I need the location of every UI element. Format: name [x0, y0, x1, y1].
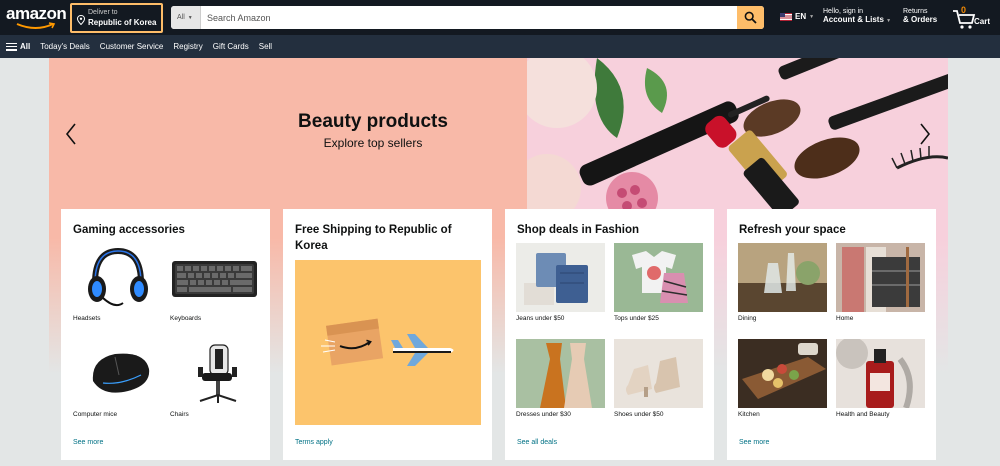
language-selector[interactable]: EN ▼ — [780, 12, 814, 21]
tile-chairs[interactable]: Chairs — [170, 339, 259, 418]
caret-down-icon: ▼ — [809, 13, 815, 20]
tile-kitchen[interactable]: Kitchen — [738, 339, 827, 418]
chair-image — [170, 339, 259, 408]
tile-dining[interactable]: Dining — [738, 243, 827, 322]
card-refresh-space: Refresh your space Dining Home Kitchen H… — [727, 209, 936, 460]
orders-label: & Orders — [903, 15, 938, 24]
cart-count: 0 — [961, 5, 967, 15]
top-navbar: amazon Deliver to Republic of Korea All ▼… — [0, 0, 1000, 35]
dining-image — [738, 243, 827, 312]
tile-caption: Kitchen — [738, 411, 760, 418]
nav-link-sell[interactable]: Sell — [259, 42, 272, 51]
search-bar: All ▼ — [171, 6, 764, 29]
card-title: Refresh your space — [739, 224, 846, 236]
terms-apply-link[interactable]: Terms apply — [295, 439, 333, 446]
tile-caption: Headsets — [73, 315, 101, 322]
see-more-link[interactable]: See more — [739, 439, 769, 446]
health-beauty-image — [836, 339, 925, 408]
keyboard-image — [170, 243, 259, 312]
tile-caption: Jeans under $50 — [516, 315, 565, 322]
account-lists-button[interactable]: Hello, sign in Account & Lists ▼ — [823, 8, 891, 24]
tile-jeans[interactable]: Jeans under $50 — [516, 243, 605, 322]
tile-caption: Home — [836, 315, 854, 322]
tile-computer-mice[interactable]: Computer mice — [73, 339, 162, 418]
search-input[interactable] — [202, 6, 737, 29]
caret-down-icon: ▼ — [886, 18, 892, 24]
tile-caption: Dining — [738, 315, 757, 322]
nav-link-registry[interactable]: Registry — [173, 42, 202, 51]
hero-subtitle: Explore top sellers — [323, 136, 423, 150]
search-button[interactable] — [737, 6, 764, 29]
tile-caption: Computer mice — [73, 411, 118, 418]
see-more-link[interactable]: See more — [73, 439, 103, 446]
tops-image — [614, 243, 703, 312]
mouse-image — [73, 339, 162, 408]
card-title: Gaming accessories — [73, 224, 185, 236]
kitchen-image — [738, 339, 827, 408]
all-menu-button[interactable]: All — [6, 42, 30, 51]
chevron-right-icon — [920, 123, 931, 145]
search-category-label: All — [177, 14, 185, 21]
tile-caption: Shoes under $50 — [614, 411, 664, 418]
jeans-image — [516, 243, 605, 312]
deliver-location: Republic of Korea — [88, 18, 157, 27]
tile-caption: Dresses under $30 — [516, 411, 571, 418]
account-label: Account & Lists — [823, 15, 884, 24]
card-free-shipping: Free Shipping to Republic of Korea Terms… — [283, 209, 492, 460]
cart-label: Cart — [974, 17, 991, 26]
headset-image — [73, 243, 162, 312]
caret-down-icon: ▼ — [187, 15, 193, 21]
deliver-label: Deliver to — [88, 9, 118, 16]
nav-link-todays-deals[interactable]: Today's Deals — [40, 42, 90, 51]
tile-keyboards[interactable]: Keyboards — [170, 243, 259, 322]
all-menu-label: All — [20, 42, 31, 51]
us-flag-icon — [780, 12, 792, 21]
account-greeting: Hello, sign in — [823, 8, 864, 15]
returns-label: Returns — [903, 8, 928, 15]
card-fashion-deals: Shop deals in Fashion Jeans under $50 To… — [505, 209, 714, 460]
card-title: Shop deals in Fashion — [517, 224, 640, 236]
smile-arrow-icon — [16, 22, 56, 29]
tile-headsets[interactable]: Headsets — [73, 243, 162, 322]
tile-home[interactable]: Home — [836, 243, 925, 322]
tile-health-beauty[interactable]: Health and Beauty — [836, 339, 925, 418]
carousel-prev-button[interactable] — [63, 122, 79, 146]
logo-text: amazon — [6, 4, 67, 23]
tile-caption: Keyboards — [170, 315, 202, 322]
search-category-dropdown[interactable]: All ▼ — [171, 6, 201, 29]
nav-link-customer-service[interactable]: Customer Service — [100, 42, 164, 51]
tile-tops[interactable]: Tops under $25 — [614, 243, 703, 322]
tile-dresses[interactable]: Dresses under $30 — [516, 339, 605, 418]
cart-button[interactable]: 0 Cart — [950, 5, 995, 30]
tile-shoes[interactable]: Shoes under $50 — [614, 339, 703, 418]
card-gaming-accessories: Gaming accessories Headsets Keyboards Co… — [61, 209, 270, 460]
amazon-logo[interactable]: amazon — [6, 4, 67, 32]
shoes-image — [614, 339, 703, 408]
chevron-left-icon — [65, 123, 76, 145]
deliver-to-button[interactable]: Deliver to Republic of Korea — [70, 3, 163, 33]
tile-caption: Health and Beauty — [836, 411, 890, 418]
hero-title: Beauty products — [298, 111, 448, 132]
carousel-next-button[interactable] — [917, 122, 933, 146]
secondary-navbar: All Today's Deals Customer Service Regis… — [0, 35, 1000, 58]
language-label: EN — [795, 12, 807, 21]
nav-link-gift-cards[interactable]: Gift Cards — [213, 42, 249, 51]
tile-caption: Chairs — [170, 411, 189, 418]
see-all-deals-link[interactable]: See all deals — [517, 439, 557, 446]
returns-orders-button[interactable]: Returns & Orders — [903, 8, 937, 24]
location-pin-icon — [76, 14, 86, 28]
hamburger-icon — [6, 42, 17, 51]
search-icon — [744, 11, 757, 24]
tile-caption: Tops under $25 — [614, 315, 659, 322]
shipping-illustration[interactable] — [295, 260, 481, 425]
card-title: Free Shipping to Republic of Korea — [295, 224, 452, 252]
home-image — [836, 243, 925, 312]
dresses-image — [516, 339, 605, 408]
